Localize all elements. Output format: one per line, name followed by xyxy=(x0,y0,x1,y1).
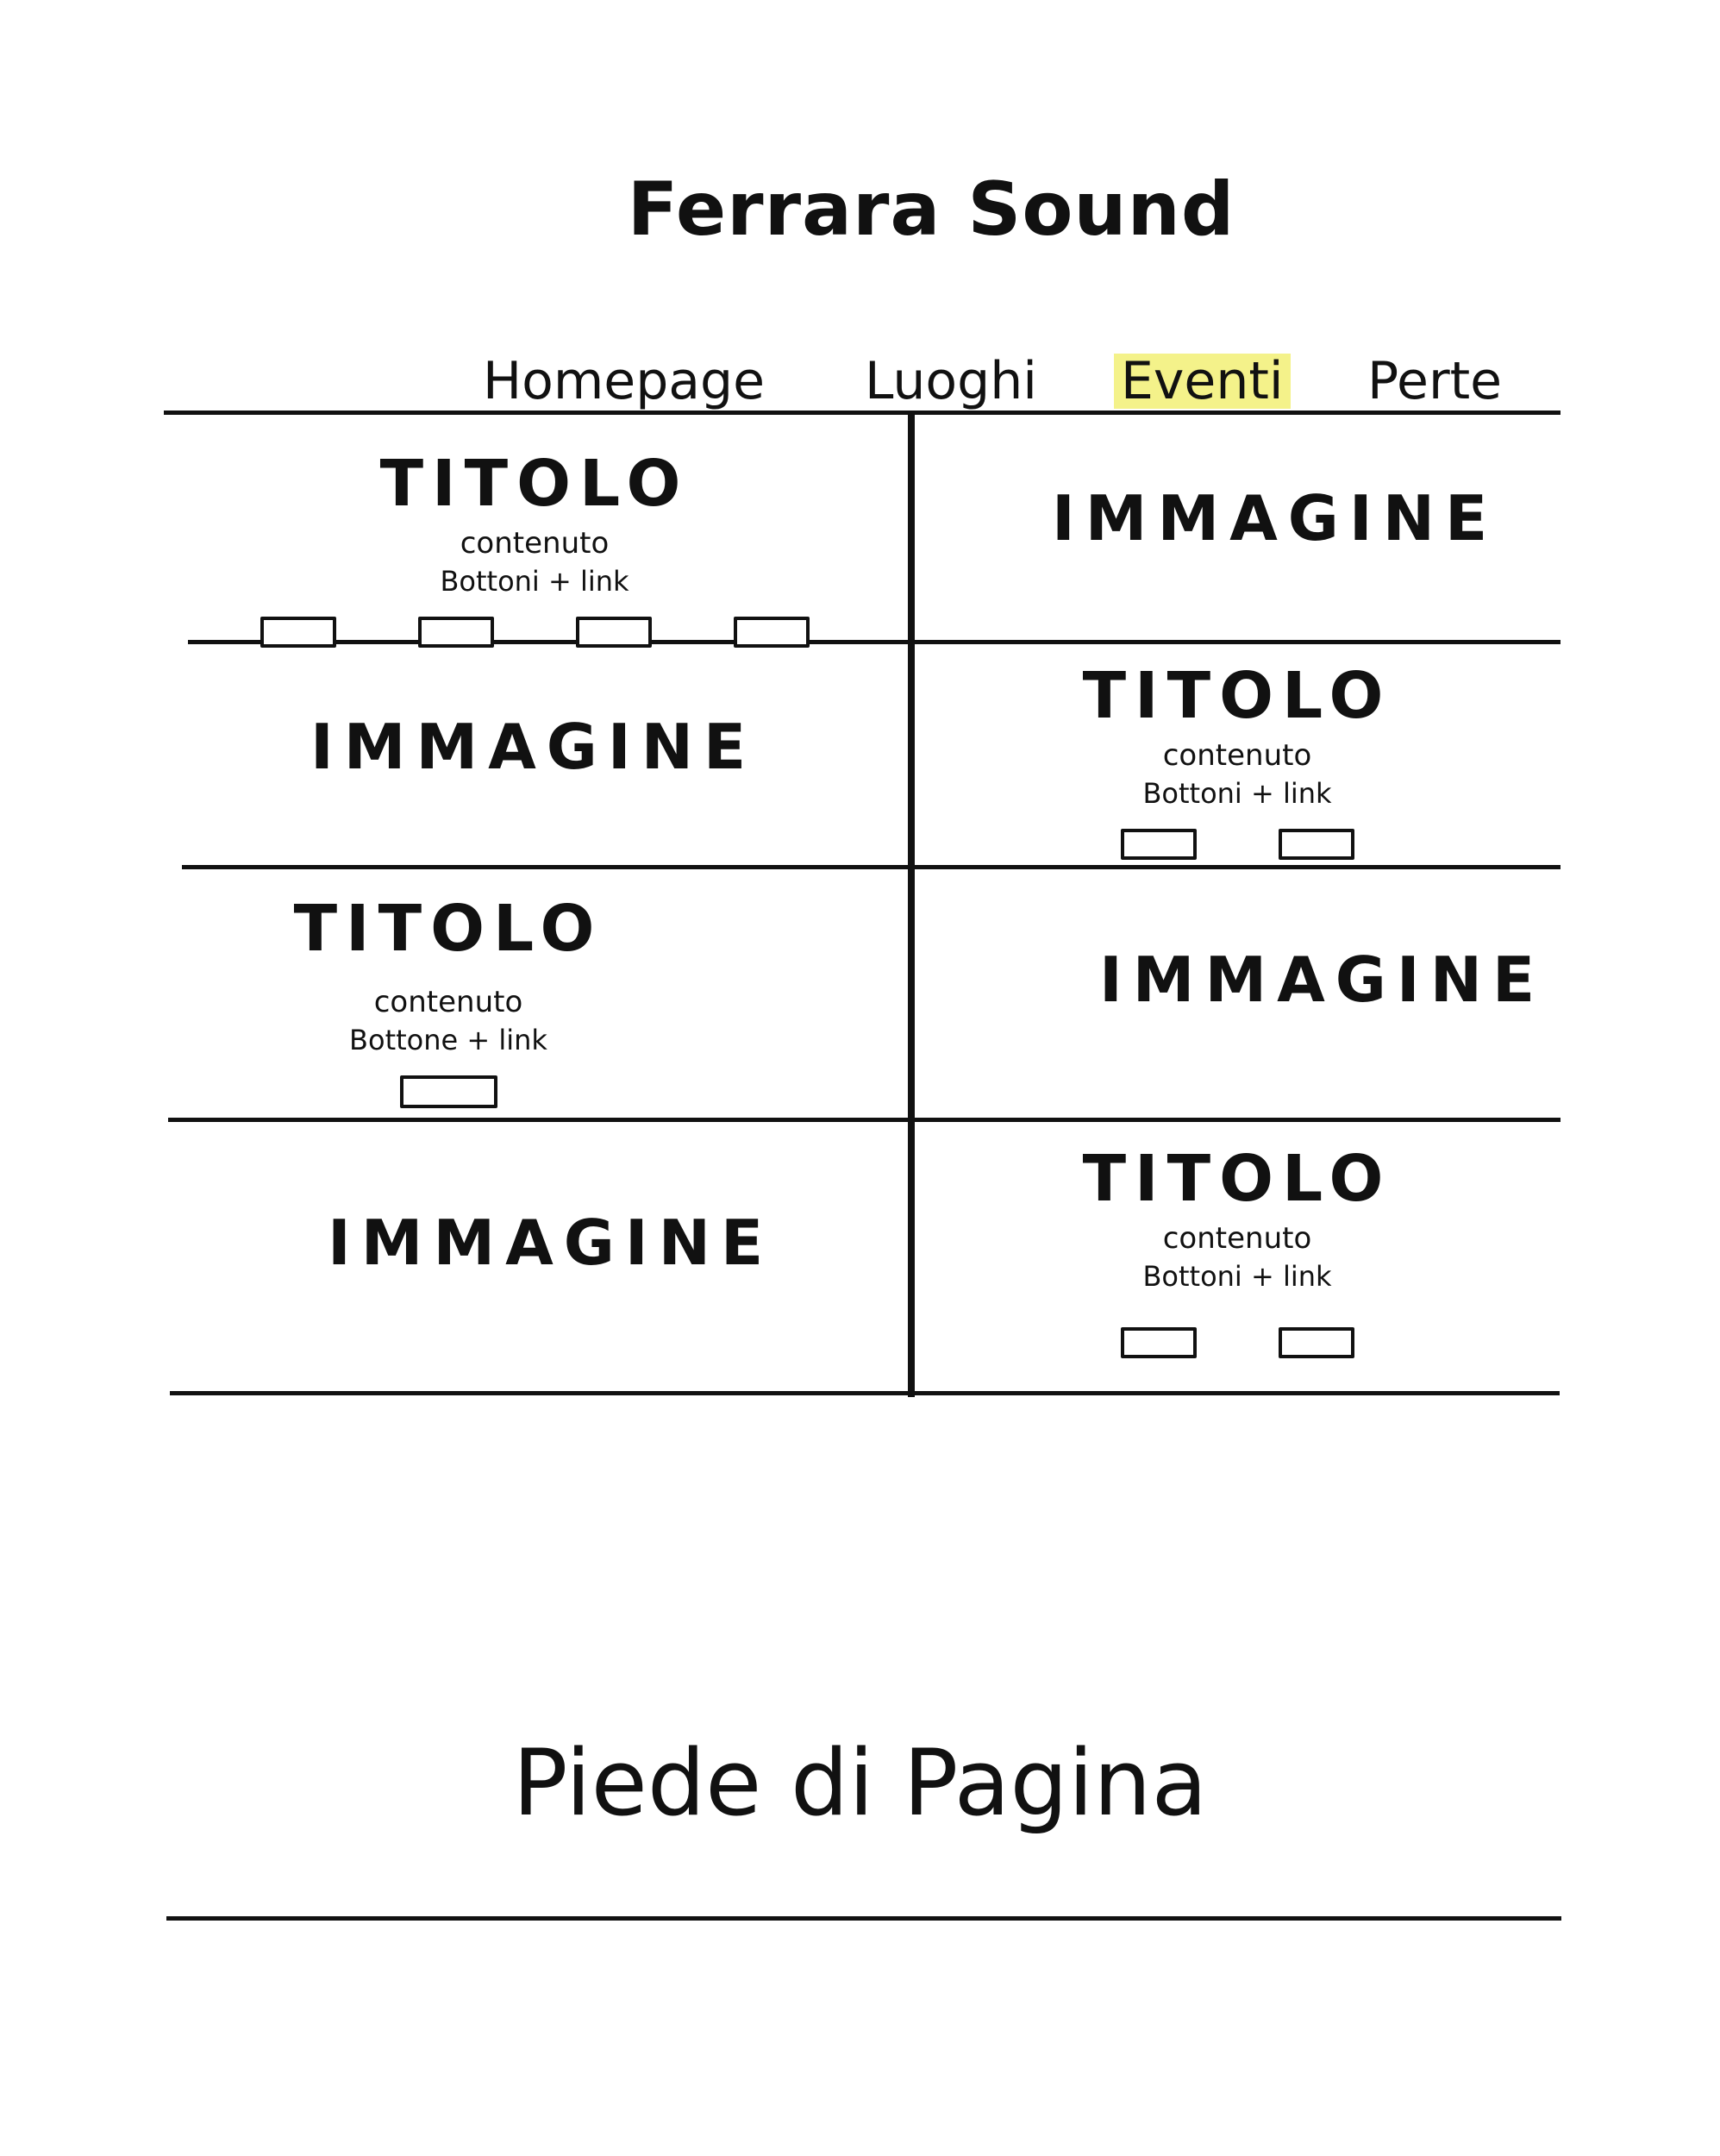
content-button[interactable] xyxy=(1120,1326,1197,1358)
content-button[interactable] xyxy=(1278,1326,1354,1358)
content-text: contenuto xyxy=(460,526,610,561)
buttons-and-link-label: Bottone + link xyxy=(349,1024,547,1057)
row-divider-3 xyxy=(168,1118,1561,1122)
grid-bottom-line xyxy=(170,1391,1560,1395)
content-title: TITOLO xyxy=(293,892,604,966)
nav-divider xyxy=(164,411,1561,415)
content-block-3: TITOLO contenuto Bottone + link xyxy=(207,897,690,1108)
button-row xyxy=(207,1075,690,1108)
nav-item-luoghi[interactable]: Luoghi xyxy=(858,354,1044,409)
nav-item-eventi[interactable]: Eventi xyxy=(1114,354,1291,409)
content-text: contenuto xyxy=(373,985,523,1019)
content-button[interactable] xyxy=(260,616,336,648)
content-text: contenuto xyxy=(1162,738,1312,773)
button-row xyxy=(927,1326,1548,1358)
content-button[interactable] xyxy=(575,616,652,648)
content-title: TITOLO xyxy=(1082,659,1392,733)
nav-item-perte[interactable]: Perte xyxy=(1360,354,1509,409)
content-button[interactable] xyxy=(399,1075,497,1108)
column-divider xyxy=(908,412,915,1397)
buttons-and-link-label: Bottoni + link xyxy=(1142,777,1332,811)
content-button[interactable] xyxy=(733,616,810,648)
row-divider-2 xyxy=(182,865,1561,869)
image-placeholder-4: IMMAGINE xyxy=(328,1206,774,1279)
content-button[interactable] xyxy=(1278,828,1354,860)
button-row xyxy=(927,828,1548,860)
image-placeholder-2: IMMAGINE xyxy=(310,711,757,783)
site-title: Ferrara Sound xyxy=(627,166,1235,253)
buttons-and-link-label: Bottoni + link xyxy=(1142,1260,1332,1294)
content-button[interactable] xyxy=(417,616,494,648)
nav-item-homepage[interactable]: Homepage xyxy=(476,354,772,409)
image-placeholder-1: IMMAGINE xyxy=(1052,482,1498,555)
content-block-1: TITOLO contenuto Bottoni + link xyxy=(172,452,897,648)
buttons-and-link-label: Bottoni + link xyxy=(440,565,629,599)
button-row xyxy=(172,616,897,648)
footer-divider xyxy=(166,1916,1561,1921)
content-block-4: TITOLO contenuto Bottoni + link xyxy=(927,1147,1548,1358)
page-footer: Piede di Pagina xyxy=(512,1730,1208,1836)
image-placeholder-3: IMMAGINE xyxy=(1099,943,1546,1016)
content-button[interactable] xyxy=(1120,828,1197,860)
content-text: contenuto xyxy=(1162,1221,1312,1256)
content-title: TITOLO xyxy=(379,447,690,521)
content-block-2: TITOLO contenuto Bottoni + link xyxy=(927,664,1548,860)
content-title: TITOLO xyxy=(1082,1142,1392,1216)
